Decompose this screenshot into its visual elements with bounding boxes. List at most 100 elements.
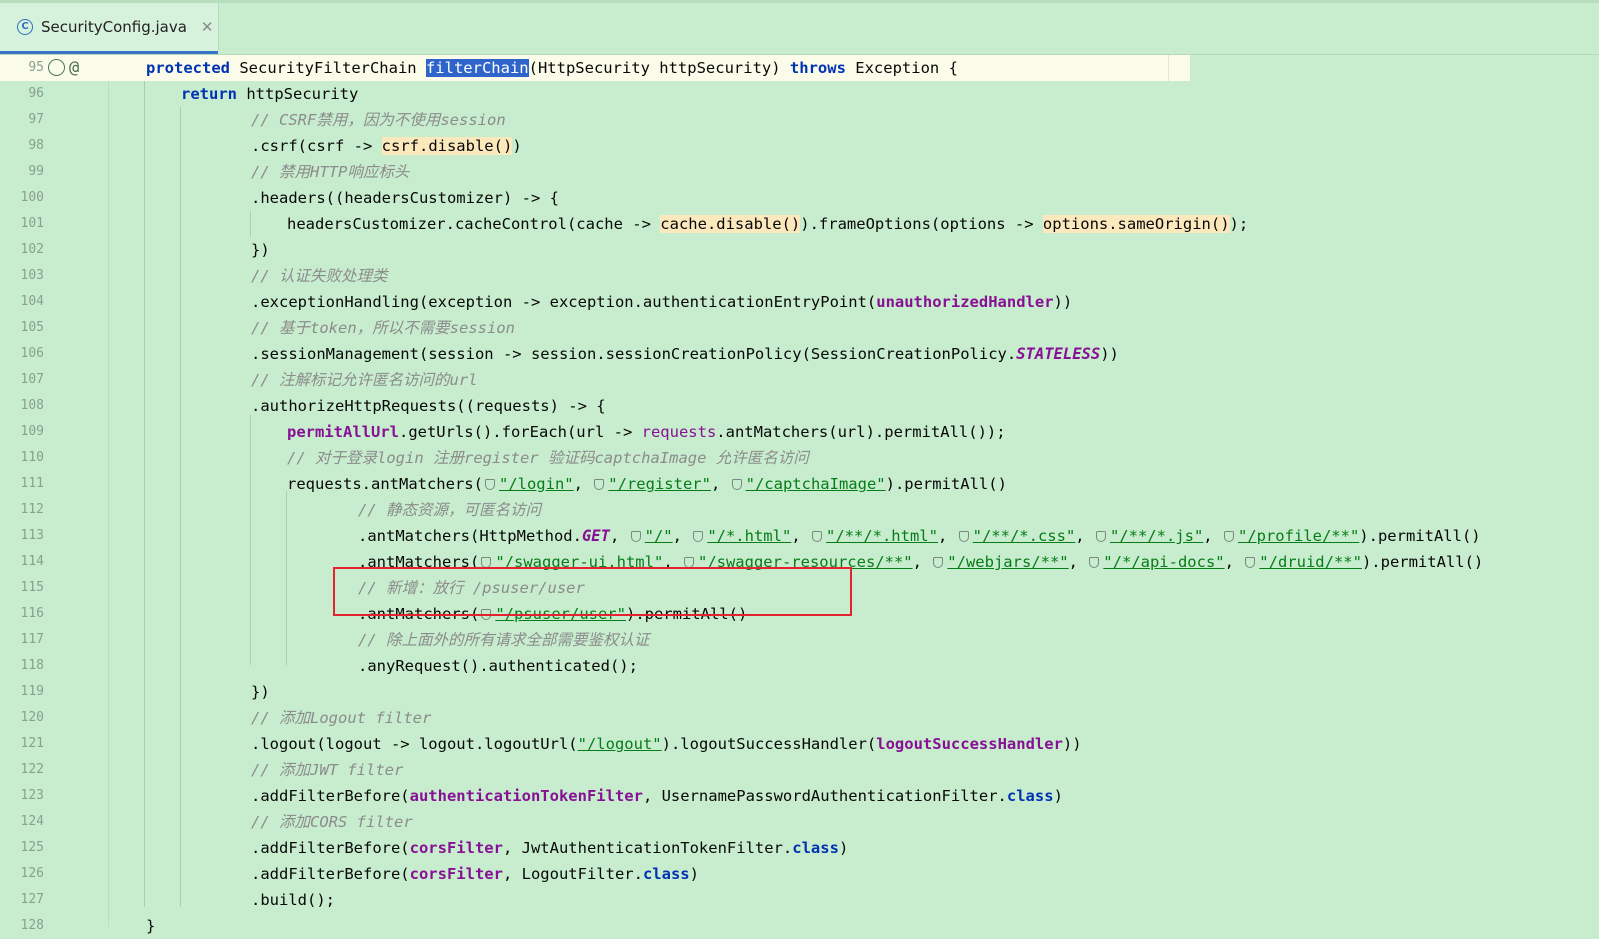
code-line: 123 .addFilterBefore(authenticationToken… bbox=[0, 783, 1599, 809]
code-text: protected SecurityFilterChain filterChai… bbox=[146, 59, 958, 77]
code-editor[interactable]: 95 @ protected SecurityFilterChain filte… bbox=[0, 55, 1599, 935]
close-icon[interactable]: ✕ bbox=[201, 18, 214, 36]
code-line: 104 .exceptionHandling(exception -> exce… bbox=[0, 289, 1599, 315]
code-comment: // 添加Logout filter bbox=[251, 709, 432, 727]
code-text: return httpSecurity bbox=[181, 85, 359, 103]
code-line: 125 .addFilterBefore(corsFilter, JwtAuth… bbox=[0, 835, 1599, 861]
code-text: .addFilterBefore(authenticationTokenFilt… bbox=[251, 787, 1063, 805]
code-line: 111 requests.antMatchers("/login", "/reg… bbox=[0, 471, 1599, 497]
code-line: 128 } bbox=[0, 913, 1599, 939]
code-comment: // 静态资源，可匿名访问 bbox=[358, 501, 541, 519]
line-number: 95 bbox=[28, 60, 44, 75]
security-shield-icon bbox=[811, 531, 822, 542]
code-line: 96 return httpSecurity bbox=[0, 81, 1599, 107]
security-shield-icon bbox=[933, 557, 944, 568]
security-shield-icon bbox=[1223, 531, 1234, 542]
code-line: 127 .build(); bbox=[0, 887, 1599, 913]
line-number: 110 bbox=[20, 450, 44, 465]
code-comment: // 基于token，所以不需要session bbox=[251, 319, 515, 337]
code-text: .exceptionHandling(exception -> exceptio… bbox=[251, 293, 1073, 311]
code-text: }) bbox=[251, 683, 270, 701]
line-number: 118 bbox=[20, 658, 44, 673]
code-text: requests.antMatchers("/login", "/registe… bbox=[287, 475, 1007, 493]
security-shield-icon bbox=[1245, 557, 1256, 568]
security-shield-icon bbox=[693, 531, 704, 542]
code-line: 124 // 添加CORS filter bbox=[0, 809, 1599, 835]
selected-identifier: filterChain bbox=[425, 59, 529, 77]
override-gutter-icon[interactable] bbox=[48, 59, 65, 76]
code-line: 126 .addFilterBefore(corsFilter, LogoutF… bbox=[0, 861, 1599, 887]
security-shield-icon bbox=[594, 479, 605, 490]
code-line: 102 }) bbox=[0, 237, 1599, 263]
line-number: 116 bbox=[20, 606, 44, 621]
line-number: 108 bbox=[20, 398, 44, 413]
code-line: 112 // 静态资源，可匿名访问 bbox=[0, 497, 1599, 523]
highlight-annotation-box bbox=[333, 567, 852, 616]
code-text: .anyRequest().authenticated(); bbox=[358, 657, 638, 675]
line-number: 109 bbox=[20, 424, 44, 439]
code-comment: // CSRF禁用，因为不使用session bbox=[251, 111, 506, 129]
code-text: .build(); bbox=[251, 891, 335, 909]
code-line: 118 .anyRequest().authenticated(); bbox=[0, 653, 1599, 679]
line-number: 121 bbox=[20, 736, 44, 751]
line-number: 99 bbox=[28, 164, 44, 179]
line-number: 98 bbox=[28, 138, 44, 153]
line-number: 123 bbox=[20, 788, 44, 803]
code-text: .csrf(csrf -> csrf.disable()) bbox=[251, 137, 522, 155]
bean-gutter-icon[interactable]: @ bbox=[69, 56, 79, 80]
line-number: 126 bbox=[20, 866, 44, 881]
line-number: 114 bbox=[20, 554, 44, 569]
code-line: 110 // 对于登录login 注册register 验证码captchaIm… bbox=[0, 445, 1599, 471]
code-line: 108 .authorizeHttpRequests((requests) ->… bbox=[0, 393, 1599, 419]
security-shield-icon bbox=[1089, 557, 1100, 568]
code-line: 103 // 认证失败处理类 bbox=[0, 263, 1599, 289]
active-tab-indicator bbox=[0, 51, 218, 54]
code-text: .sessionManagement(session -> session.se… bbox=[251, 345, 1119, 363]
line-number: 122 bbox=[20, 762, 44, 777]
code-comment: // 添加JWT filter bbox=[251, 761, 404, 779]
security-shield-icon bbox=[731, 479, 742, 490]
line-number: 128 bbox=[20, 918, 44, 933]
editor-tab-bar: C SecurityConfig.java ✕ bbox=[0, 0, 1599, 55]
code-comment: // 认证失败处理类 bbox=[251, 267, 388, 285]
code-line: 100 .headers((headersCustomizer) -> { bbox=[0, 185, 1599, 211]
line-number: 115 bbox=[20, 580, 44, 595]
code-line: 95 @ protected SecurityFilterChain filte… bbox=[0, 55, 1190, 81]
line-number: 119 bbox=[20, 684, 44, 699]
code-text: .addFilterBefore(corsFilter, JwtAuthenti… bbox=[251, 839, 849, 857]
code-line: 117 // 除上面外的所有请求全部需要鉴权认证 bbox=[0, 627, 1599, 653]
code-line: 120 // 添加Logout filter bbox=[0, 705, 1599, 731]
code-line: 97 // CSRF禁用，因为不使用session bbox=[0, 107, 1599, 133]
code-comment: // 禁用HTTP响应标头 bbox=[251, 163, 410, 181]
code-comment: // 注解标记允许匿名访问的url bbox=[251, 371, 478, 389]
java-class-icon: C bbox=[17, 19, 33, 35]
line-number: 106 bbox=[20, 346, 44, 361]
code-text: .antMatchers(HttpMethod.GET, "/", "/*.ht… bbox=[358, 527, 1481, 545]
code-line: 107 // 注解标记允许匿名访问的url bbox=[0, 367, 1599, 393]
line-number: 127 bbox=[20, 892, 44, 907]
code-line: 119 }) bbox=[0, 679, 1599, 705]
security-shield-icon bbox=[630, 531, 641, 542]
code-line: 105 // 基于token，所以不需要session bbox=[0, 315, 1599, 341]
code-text: permitAllUrl.getUrls().forEach(url -> re… bbox=[287, 423, 1006, 441]
line-number: 103 bbox=[20, 268, 44, 283]
line-number: 104 bbox=[20, 294, 44, 309]
right-margin-line bbox=[1168, 55, 1169, 81]
tab-bar-top-line bbox=[0, 0, 1599, 3]
code-text: .logout(logout -> logout.logoutUrl("/log… bbox=[251, 735, 1082, 753]
line-number: 125 bbox=[20, 840, 44, 855]
security-shield-icon bbox=[958, 531, 969, 542]
code-line: 101 headersCustomizer.cacheControl(cache… bbox=[0, 211, 1599, 237]
line-number: 101 bbox=[20, 216, 44, 231]
code-line: 113 .antMatchers(HttpMethod.GET, "/", "/… bbox=[0, 523, 1599, 549]
code-comment: // 添加CORS filter bbox=[251, 813, 413, 831]
line-number: 124 bbox=[20, 814, 44, 829]
tab-securityconfig[interactable]: C SecurityConfig.java ✕ bbox=[0, 3, 219, 54]
line-number: 120 bbox=[20, 710, 44, 725]
code-comment: // 除上面外的所有请求全部需要鉴权认证 bbox=[358, 631, 650, 649]
line-number: 117 bbox=[20, 632, 44, 647]
security-shield-icon bbox=[484, 479, 495, 490]
code-line: 98 .csrf(csrf -> csrf.disable()) bbox=[0, 133, 1599, 159]
code-line: 106 .sessionManagement(session -> sessio… bbox=[0, 341, 1599, 367]
code-text: } bbox=[146, 917, 156, 935]
